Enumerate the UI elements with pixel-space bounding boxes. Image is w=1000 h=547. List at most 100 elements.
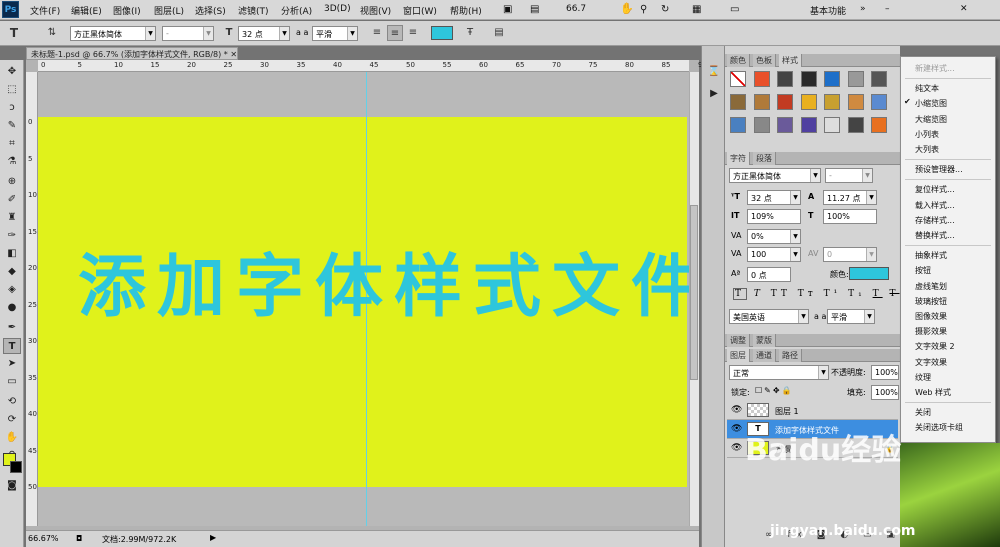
status-arrow-icon[interactable]: ▶ — [210, 533, 216, 542]
styles-menu-item[interactable]: Web 样式 — [901, 385, 995, 400]
toggle-panels-icon[interactable]: ▤ — [491, 25, 507, 41]
tab-character[interactable]: 字符 — [727, 152, 750, 165]
style-preset-swatch[interactable] — [871, 117, 887, 133]
fill-field[interactable]: 100% — [871, 385, 899, 400]
move-tool-icon[interactable]: ✥ — [3, 64, 21, 80]
eraser-tool-icon[interactable]: ◧ — [3, 246, 21, 262]
close-tab-icon[interactable]: ✕ — [230, 50, 237, 59]
hand-tool-icon-2[interactable]: ✋ — [3, 430, 21, 446]
styles-menu-item[interactable]: 载入样式... — [901, 198, 995, 213]
tab-color[interactable]: 颜色 — [727, 54, 750, 67]
styles-menu-item[interactable]: 大缩览图 — [901, 112, 995, 127]
styles-menu-item[interactable]: 文字效果 — [901, 355, 995, 370]
menu-file[interactable]: 文件(F) — [30, 4, 60, 17]
blur-tool-icon[interactable]: ◈ — [3, 282, 21, 298]
hand-tool-icon[interactable]: ✋ — [620, 2, 634, 15]
tab-paths[interactable]: 路径 — [779, 349, 802, 362]
menu-view[interactable]: 视图(V) — [360, 4, 391, 17]
healing-brush-tool-icon[interactable]: ⊕ — [3, 174, 21, 190]
menu-edit[interactable]: 编辑(E) — [71, 4, 102, 17]
opacity-field[interactable]: 100% — [871, 365, 899, 380]
menu-analysis[interactable]: 分析(A) — [281, 4, 312, 17]
quick-mask-icon[interactable]: ◙ — [3, 478, 21, 494]
styles-menu-item[interactable]: 关闭选项卡组 — [901, 420, 995, 435]
font-size-select[interactable]: 32 点 ▼ — [238, 26, 290, 41]
pen-tool-icon[interactable]: ✒ — [3, 320, 21, 336]
visibility-eye-icon[interactable]: 👁 — [731, 443, 742, 453]
document-tab[interactable]: 未标题-1.psd @ 66.7% (添加字体样式文件, RGB/8) * ✕ — [26, 47, 238, 60]
vertical-ruler[interactable]: 0 5 10 15 20 25 30 35 40 45 50 — [26, 72, 38, 526]
baseline-shift-field[interactable]: 0 点 — [747, 267, 791, 282]
tsume-field[interactable]: 0% ▼ — [747, 229, 801, 244]
vertical-scale-field[interactable]: 109% — [747, 209, 801, 224]
menu-image[interactable]: 图像(I) — [113, 4, 141, 17]
status-zoom[interactable]: 66.67% — [28, 534, 59, 543]
minimize-icon[interactable]: – — [885, 4, 890, 14]
style-preset-swatch[interactable] — [847, 117, 864, 133]
align-right-icon[interactable]: ≡ — [405, 25, 421, 41]
styles-menu-item[interactable]: 文字效果 2 — [901, 339, 995, 354]
dodge-tool-icon[interactable]: ● — [3, 300, 21, 316]
horizontal-scale-field[interactable]: 100% — [823, 209, 877, 224]
style-preset-swatch[interactable] — [824, 94, 840, 110]
zoom-tool-icon[interactable]: ⚲ — [640, 4, 647, 15]
language-select[interactable]: 美国英语 ▼ — [729, 309, 809, 324]
layer-name[interactable]: 图层 1 — [775, 406, 799, 417]
tracking-field[interactable]: 0 ▼ — [823, 247, 877, 262]
styles-menu-item[interactable]: 纯文本 — [901, 81, 995, 96]
styles-menu-item[interactable]: 存储样式... — [901, 213, 995, 228]
text-color-swatch[interactable] — [431, 26, 453, 40]
style-preset-swatch[interactable] — [800, 117, 817, 133]
scrollbar-thumb[interactable] — [690, 205, 698, 380]
tab-masks[interactable]: 蒙版 — [753, 334, 776, 347]
menu-select[interactable]: 选择(S) — [195, 4, 226, 17]
style-preset-swatch[interactable] — [730, 117, 746, 133]
styles-menu-item[interactable]: 虚线笔划 — [901, 279, 995, 294]
brush-tool-icon[interactable]: ✐ — [3, 192, 21, 208]
styles-menu-item[interactable]: 复位样式... — [901, 182, 995, 197]
workspace-switcher[interactable]: 基本功能 — [810, 4, 846, 17]
bridge-icon[interactable]: ▣ — [503, 4, 512, 15]
lasso-tool-icon[interactable]: ↄ — [3, 100, 21, 116]
close-window-icon[interactable]: ✕ — [960, 4, 968, 14]
arrange-documents-icon[interactable]: ▦ — [692, 4, 701, 15]
style-preset-swatch[interactable] — [847, 94, 864, 110]
styles-menu-item[interactable]: 抽象样式 — [901, 248, 995, 263]
style-preset-swatch[interactable] — [753, 117, 770, 133]
menu-3d[interactable]: 3D(D) — [324, 4, 351, 14]
char-antialias-select[interactable]: 平滑 ▼ — [827, 309, 875, 324]
align-left-icon[interactable]: ≡ — [369, 25, 385, 41]
style-preset-swatch[interactable] — [824, 117, 840, 133]
zoom-level[interactable]: 66.7 — [566, 4, 586, 14]
tab-swatches[interactable]: 色板 — [753, 54, 776, 67]
style-preset-swatch[interactable] — [753, 71, 770, 87]
gradient-tool-icon[interactable]: ◆ — [3, 264, 21, 280]
font-style-select[interactable]: - ▼ — [162, 26, 214, 41]
shape-tool-icon[interactable]: ▭ — [3, 374, 21, 390]
char-font-select[interactable]: 方正黑体简体 ▼ — [729, 168, 821, 183]
view-extras-icon[interactable]: ▤ — [530, 4, 539, 15]
crop-tool-icon[interactable]: ⌗ — [3, 136, 21, 152]
styles-menu-item[interactable]: ✔ 小缩览图 — [901, 96, 995, 111]
path-selection-tool-icon[interactable]: ➤ — [3, 356, 21, 372]
horizontal-ruler[interactable]: 051015202530354045505560657075808590 — [38, 60, 707, 72]
status-icon[interactable]: ◘ — [76, 534, 82, 543]
style-preset-swatch[interactable] — [871, 94, 887, 110]
warp-text-icon[interactable]: Ŧ — [462, 25, 478, 41]
tab-paragraph[interactable]: 段落 — [753, 152, 776, 165]
kerning-field[interactable]: 100 ▼ — [747, 247, 801, 262]
styles-menu-item[interactable]: 摄影效果 — [901, 324, 995, 339]
tab-channels[interactable]: 通道 — [753, 349, 776, 362]
style-preset-swatch[interactable] — [753, 94, 770, 110]
style-preset-swatch[interactable] — [824, 71, 840, 87]
style-preset-swatch[interactable] — [871, 71, 887, 87]
history-brush-tool-icon[interactable]: ✑ — [3, 228, 21, 244]
menu-help[interactable]: 帮助(H) — [450, 4, 482, 17]
styles-menu-item[interactable]: 按钮 — [901, 263, 995, 278]
text-orientation-icon[interactable]: ⇅ — [44, 25, 60, 41]
style-preset-swatch[interactable] — [777, 94, 793, 110]
font-family-select[interactable]: 方正黑体简体 ▼ — [70, 26, 156, 41]
menu-window[interactable]: 窗口(W) — [403, 4, 437, 17]
styles-menu-item[interactable]: 图像效果 — [901, 309, 995, 324]
styles-menu-item[interactable]: 新建样式... — [901, 61, 995, 76]
